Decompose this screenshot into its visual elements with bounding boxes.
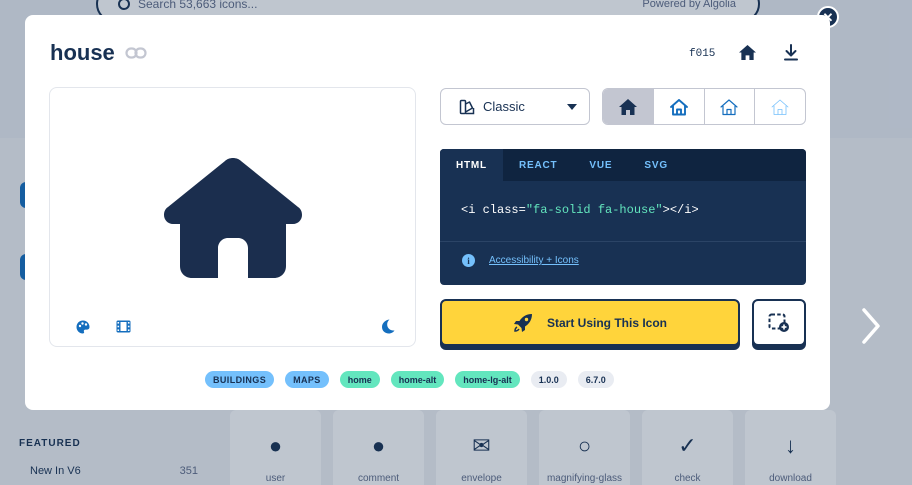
icon-preview [49, 87, 416, 347]
icon-title: house [50, 40, 115, 65]
add-to-collection-icon [768, 313, 789, 332]
tab-vue[interactable]: VUE [573, 149, 628, 181]
code-snippet-panel: HTML REACT VUE SVG <i class="fa-solid fa… [440, 149, 806, 285]
style-family-label: Classic [483, 99, 525, 114]
house-regular-icon [669, 98, 688, 115]
tab-svg[interactable]: SVG [628, 149, 684, 181]
icon-detail-modal: house f015 Classic HTML REACT VUE SVG <i… [25, 15, 830, 410]
styles-icon [459, 99, 475, 114]
tab-react[interactable]: REACT [503, 149, 573, 181]
divider [440, 241, 806, 242]
next-icon-arrow[interactable] [858, 306, 884, 346]
code-tabs: HTML REACT VUE SVG [440, 149, 806, 181]
version-tag-6-7-0: 6.7.0 [577, 371, 614, 388]
variant-thin[interactable] [755, 89, 805, 124]
start-using-button[interactable]: Start Using This Icon [440, 299, 740, 346]
tab-html[interactable]: HTML [440, 149, 503, 181]
info-icon: i [462, 254, 475, 267]
link-icon[interactable] [125, 46, 147, 60]
moon-icon[interactable] [381, 319, 395, 334]
version-tag-1-0-0: 1.0.0 [530, 371, 567, 388]
film-icon[interactable] [116, 320, 131, 333]
download-icon[interactable] [784, 44, 798, 61]
start-using-label: Start Using This Icon [546, 315, 667, 330]
tag-list: BUILDINGS MAPS home home-alt home-lg-alt… [205, 371, 614, 388]
title-row: house [50, 40, 147, 66]
rocket-icon [513, 313, 532, 332]
accessibility-row: i Accessibility + Icons [462, 254, 579, 267]
add-to-kit-button[interactable] [752, 299, 806, 346]
palette-icon[interactable] [76, 320, 90, 334]
accessibility-link[interactable]: Accessibility + Icons [489, 255, 579, 266]
style-variant-picker [602, 88, 806, 125]
variant-light[interactable] [705, 89, 756, 124]
house-thin-icon [771, 99, 789, 115]
unicode-value[interactable]: f015 [689, 48, 715, 60]
category-tag-maps[interactable]: MAPS [285, 371, 329, 388]
house-solid-icon [618, 98, 637, 115]
house-icon[interactable] [738, 44, 757, 61]
variant-solid[interactable] [603, 89, 654, 124]
alias-tag-home: home [339, 371, 380, 388]
variant-regular[interactable] [654, 89, 705, 124]
category-tag-buildings[interactable]: BUILDINGS [205, 371, 275, 388]
chevron-down-icon [567, 103, 577, 110]
alias-tag-home-alt: home-alt [390, 371, 445, 388]
code-snippet[interactable]: <i class="fa-solid fa-house"></i> [461, 203, 699, 217]
chevron-right-icon [862, 308, 880, 344]
style-family-select[interactable]: Classic [440, 88, 590, 125]
house-preview-icon [164, 158, 302, 278]
house-light-icon [720, 98, 738, 115]
alias-tag-home-lg-alt: home-lg-alt [455, 371, 520, 388]
